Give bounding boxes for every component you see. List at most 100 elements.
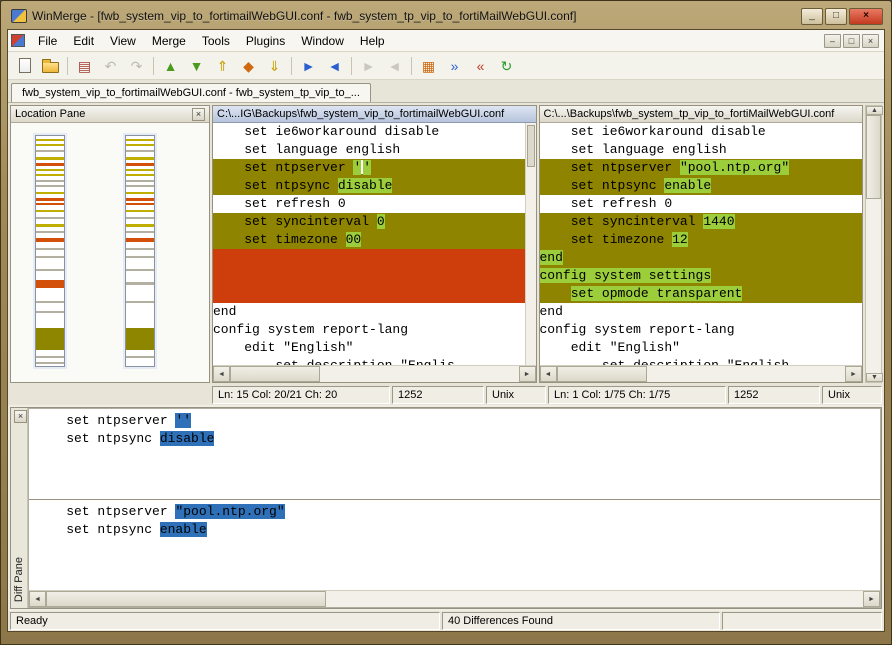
diff-stripe bbox=[126, 356, 154, 358]
diff-stripe bbox=[36, 217, 64, 219]
menu-help[interactable]: Help bbox=[352, 31, 393, 51]
scroll-down-arrow-icon[interactable]: ▼ bbox=[866, 373, 883, 382]
maximize-button[interactable]: □ bbox=[825, 8, 847, 25]
diff-hscrollbar[interactable]: ◄ ► bbox=[29, 590, 880, 607]
client-area: FileEditViewMergeToolsPluginsWindowHelp … bbox=[7, 29, 885, 632]
auto-merge-button[interactable]: ▦ bbox=[416, 54, 441, 77]
left-pane-header[interactable]: C:\...IG\Backups\fwb_system_vip_to_forti… bbox=[213, 106, 536, 123]
diff-pane-close-button[interactable]: × bbox=[14, 410, 27, 423]
copy-left-advance-button[interactable]: ◄ bbox=[382, 54, 407, 77]
mdi-restore-button[interactable]: □ bbox=[843, 34, 860, 48]
menu-file[interactable]: File bbox=[30, 31, 65, 51]
prev-diff-button[interactable]: ▲ bbox=[158, 54, 183, 77]
diff-stripe bbox=[126, 282, 154, 285]
loc-bar-2[interactable] bbox=[125, 135, 155, 367]
new-file-icon bbox=[19, 58, 31, 73]
diff-stripe bbox=[36, 144, 64, 146]
undo-button[interactable]: ↶ bbox=[98, 54, 123, 77]
diff-stripe bbox=[36, 150, 64, 152]
titlebar[interactable]: WinMerge - [fwb_system_vip_to_fortimailW… bbox=[7, 5, 885, 29]
mdi-close-button[interactable]: × bbox=[862, 34, 879, 48]
code-line: set ntpserver "pool.ntp.org" bbox=[540, 159, 863, 177]
diff-stripe bbox=[126, 231, 154, 233]
scroll-right-arrow-icon[interactable]: ► bbox=[845, 366, 862, 382]
code-line: config system settings bbox=[540, 267, 863, 285]
scroll-left-arrow-icon[interactable]: ◄ bbox=[540, 366, 557, 382]
menu-window[interactable]: Window bbox=[293, 31, 352, 51]
all-right-button[interactable]: » bbox=[442, 54, 467, 77]
minimize-button[interactable]: _ bbox=[801, 8, 823, 25]
last-diff-button[interactable]: ⇓ bbox=[262, 54, 287, 77]
diff-bottom: set ntpserver "pool.ntp.org" set ntpsync… bbox=[29, 499, 880, 590]
open-folder-icon bbox=[42, 62, 59, 73]
diff-hscroll-track[interactable] bbox=[326, 591, 863, 607]
right-vscrollbar[interactable]: ▲ ▼ bbox=[865, 105, 882, 383]
new-file-button[interactable] bbox=[12, 54, 37, 77]
left-vscroll-thumb[interactable] bbox=[527, 125, 535, 167]
scroll-left-arrow-icon[interactable]: ◄ bbox=[29, 591, 46, 607]
menu-edit[interactable]: Edit bbox=[65, 31, 102, 51]
toolbar-separator bbox=[291, 57, 292, 75]
diff-stripe bbox=[126, 174, 154, 176]
right-hscrollbar[interactable]: ◄ ► bbox=[540, 365, 863, 382]
code-line: set ntpsync enable bbox=[540, 177, 863, 195]
code-area-left[interactable]: set ie6workaround disable set language e… bbox=[213, 123, 536, 365]
left-hscroll-thumb[interactable] bbox=[230, 366, 320, 382]
copy-right-button[interactable]: ► bbox=[296, 54, 321, 77]
loc-bar-1[interactable] bbox=[35, 135, 65, 367]
right-vscroll-thumb[interactable] bbox=[866, 115, 881, 199]
scroll-right-arrow-icon[interactable]: ► bbox=[863, 591, 880, 607]
auto-merge-icon: ▦ bbox=[422, 59, 435, 73]
scroll-right-arrow-icon[interactable]: ► bbox=[519, 366, 536, 382]
refresh-button[interactable]: ↻ bbox=[494, 54, 519, 77]
diff-stripe bbox=[126, 180, 154, 182]
diff-stripe bbox=[126, 256, 154, 258]
code-line: end bbox=[540, 303, 863, 321]
menu-view[interactable]: View bbox=[102, 31, 144, 51]
scroll-left-arrow-icon[interactable]: ◄ bbox=[213, 366, 230, 382]
location-map[interactable] bbox=[11, 123, 209, 382]
location-pane-close-button[interactable]: × bbox=[192, 108, 205, 121]
code-line: set language english bbox=[540, 141, 863, 159]
diff-line: set ntpserver '' bbox=[35, 412, 874, 430]
left-file-pane: C:\...IG\Backups\fwb_system_vip_to_forti… bbox=[212, 105, 537, 383]
menu-plugins[interactable]: Plugins bbox=[238, 31, 293, 51]
left-hscrollbar[interactable]: ◄ ► bbox=[213, 365, 536, 382]
mdi-minimize-button[interactable]: – bbox=[824, 34, 841, 48]
left-hscroll-track[interactable] bbox=[320, 366, 519, 382]
left-vscrollbar[interactable] bbox=[525, 123, 536, 365]
left-file-path: C:\...IG\Backups\fwb_system_vip_to_forti… bbox=[217, 108, 504, 120]
diff-pane-content: set ntpserver '' set ntpsync disable set… bbox=[28, 408, 881, 608]
right-hscroll-track[interactable] bbox=[647, 366, 846, 382]
diff-stripe bbox=[36, 256, 64, 258]
close-button[interactable]: × bbox=[849, 8, 883, 25]
scroll-up-arrow-icon[interactable]: ▲ bbox=[866, 106, 883, 115]
save-button[interactable]: ▤ bbox=[72, 54, 97, 77]
copy-left-button[interactable]: ◄ bbox=[322, 54, 347, 77]
diff-stripe bbox=[36, 139, 64, 141]
code-area-right[interactable]: set ie6workaround disable set language e… bbox=[540, 123, 863, 365]
diff-stripe bbox=[126, 238, 154, 242]
redo-button[interactable]: ↷ bbox=[124, 54, 149, 77]
first-diff-button[interactable]: ⇑ bbox=[210, 54, 235, 77]
open-button[interactable] bbox=[38, 54, 63, 77]
current-diff-button[interactable]: ◆ bbox=[236, 54, 261, 77]
first-diff-icon: ⇑ bbox=[217, 59, 229, 73]
diff-stripe bbox=[36, 192, 64, 194]
file-tab[interactable]: fwb_system_vip_to_fortimailWebGUI.conf -… bbox=[11, 83, 371, 102]
diff-stripe bbox=[36, 356, 64, 358]
diff-hscroll-thumb[interactable] bbox=[46, 591, 326, 607]
mdi-document-icon[interactable] bbox=[11, 34, 25, 47]
right-hscroll-thumb[interactable] bbox=[557, 366, 647, 382]
all-left-button[interactable]: « bbox=[468, 54, 493, 77]
next-diff-button[interactable]: ▼ bbox=[184, 54, 209, 77]
right-cursor-position: Ln: 1 Col: 1/75 Ch: 1/75 bbox=[548, 386, 726, 404]
menu-merge[interactable]: Merge bbox=[144, 31, 194, 51]
status-ready: Ready bbox=[10, 612, 440, 630]
refresh-icon: ↻ bbox=[501, 59, 513, 73]
right-vscroll-track[interactable] bbox=[866, 199, 881, 373]
code-line: set syncinterval 0 bbox=[213, 213, 536, 231]
copy-right-advance-button[interactable]: ► bbox=[356, 54, 381, 77]
right-pane-header[interactable]: C:\...\Backups\fwb_system_tp_vip_to_fort… bbox=[540, 106, 863, 123]
menu-tools[interactable]: Tools bbox=[194, 31, 238, 51]
